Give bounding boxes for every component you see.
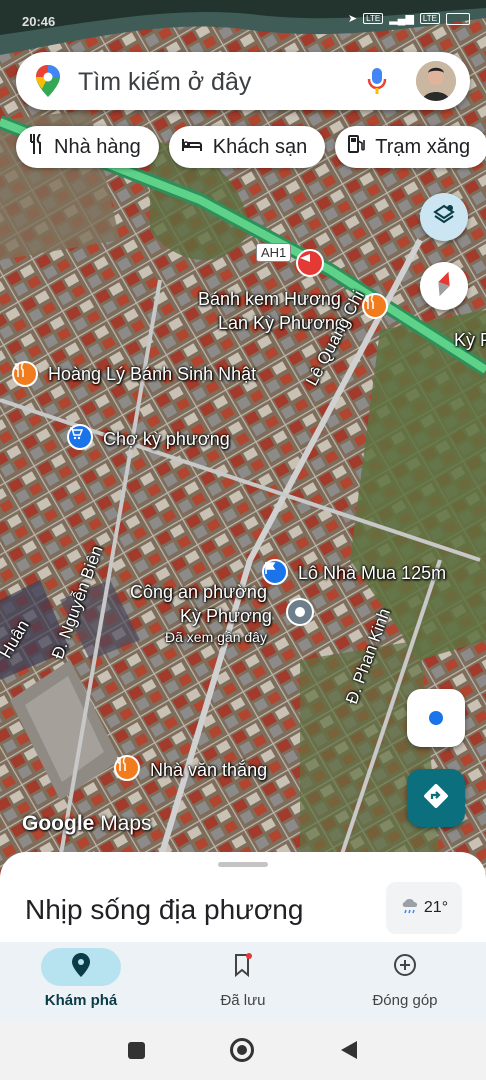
place-cho[interactable]: Chợ kỳ phương <box>103 429 230 450</box>
sheet-drag-handle[interactable] <box>218 862 268 867</box>
recent-apps-icon[interactable] <box>128 1042 145 1059</box>
signal-4g-icon: ▂▄▆ <box>389 13 414 25</box>
cloud-rain-icon <box>400 897 420 920</box>
my-location-icon <box>429 711 443 725</box>
sheet-title: Nhịp sống địa phương <box>25 894 304 925</box>
chip-hotels[interactable]: Khách sạn <box>168 126 326 168</box>
layers-button[interactable] <box>420 193 468 241</box>
highway-shield: AH1 <box>256 243 292 262</box>
place-cong-an-line1[interactable]: Công an phường <box>130 582 267 603</box>
status-bar: 20:46 ➤ LTE ▂▄▆ LTE <box>0 0 486 44</box>
nav-label: Đã lưu <box>220 992 266 1009</box>
location-arrow-icon: ➤ <box>347 13 358 25</box>
status-time: 20:46 <box>22 14 56 29</box>
category-chips: Nhà hàng Khách sạn Trạm xăng <box>16 126 486 168</box>
poi-cake-shop-icon[interactable] <box>296 249 324 277</box>
home-icon[interactable] <box>230 1038 254 1062</box>
place-lo-nha[interactable]: Lô Nhà Mua 125m <box>298 563 446 584</box>
chip-gas-stations[interactable]: Trạm xăng <box>335 126 486 168</box>
search-bar[interactable]: Tìm kiếm ở đây <box>16 52 470 110</box>
google-maps-watermark: Google Maps <box>22 812 152 835</box>
place-hoang-ly[interactable]: Hoàng Lý Bánh Sinh Nhật <box>48 364 256 385</box>
mic-icon[interactable] <box>366 66 388 101</box>
battery-icon <box>446 12 470 25</box>
recent-place-icon[interactable] <box>286 598 314 626</box>
shopping-cart-icon[interactable] <box>67 424 93 450</box>
restaurant-icon[interactable] <box>12 361 38 387</box>
avatar[interactable] <box>416 61 456 101</box>
nav-active-indicator <box>41 948 121 986</box>
place-cong-an-subtitle: Đã xem gần đây <box>165 629 267 645</box>
chip-label: Nhà hàng <box>54 135 141 158</box>
place-cong-an-line2[interactable]: Kỳ Phương <box>180 606 272 627</box>
nav-contribute[interactable]: Đóng góp <box>324 942 486 1022</box>
back-icon[interactable] <box>340 1040 358 1065</box>
compass-icon <box>433 269 455 304</box>
road-label-ky-partial: Kỳ P <box>454 330 486 350</box>
nav-label: Khám phá <box>44 992 118 1009</box>
nav-saved[interactable]: Đã lưu <box>162 942 324 1022</box>
system-navigation-bar <box>0 1022 486 1080</box>
nav-icon-holder <box>365 948 445 986</box>
location-pin-icon <box>72 952 90 982</box>
chip-label: Trạm xăng <box>375 135 471 158</box>
place-nha-van-thang[interactable]: Nhà văn thắng <box>150 760 267 781</box>
weather-temp: 21° <box>423 899 449 916</box>
nav-icon-holder <box>203 948 283 986</box>
weather-chip[interactable]: 21° <box>386 882 462 934</box>
search-input[interactable]: Tìm kiếm ở đây <box>78 68 251 97</box>
place-banh-kem-line2[interactable]: Lan Kỳ Phương <box>218 313 345 334</box>
google-maps-pin-icon <box>36 65 60 102</box>
bookmark-icon <box>233 952 253 982</box>
restaurant-icon[interactable] <box>114 755 140 781</box>
compass-button[interactable] <box>420 262 468 310</box>
place-banh-kem-line1[interactable]: Bánh kem Hương <box>198 289 341 310</box>
nav-label: Đóng góp <box>372 992 438 1009</box>
add-circle-icon <box>393 953 417 982</box>
restaurant-icon <box>28 133 44 160</box>
status-icons: ➤ LTE ▂▄▆ LTE <box>348 12 470 25</box>
volte-icon: LTE <box>363 13 384 24</box>
my-location-button[interactable] <box>407 689 465 747</box>
chip-label: Khách sạn <box>212 135 308 158</box>
chip-restaurants[interactable]: Nhà hàng <box>16 126 159 168</box>
bottom-navigation: Khám phá Đã lưu Đóng góp <box>0 942 486 1022</box>
gas-station-icon <box>347 134 366 160</box>
directions-button[interactable] <box>407 769 465 827</box>
layers-icon <box>432 203 456 232</box>
nav-explore[interactable]: Khám phá <box>0 942 162 1022</box>
volte-icon: LTE <box>419 13 440 24</box>
bottom-sheet[interactable]: Nhịp sống địa phương 21° <box>0 852 486 952</box>
hotel-icon <box>181 136 203 159</box>
directions-icon <box>422 782 450 815</box>
